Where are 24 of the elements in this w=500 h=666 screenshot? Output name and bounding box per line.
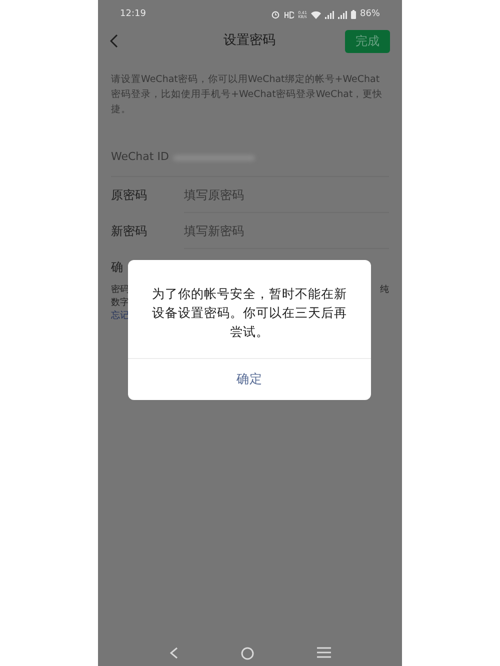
field-label: 确 — [111, 258, 123, 276]
signal-icon — [324, 10, 334, 18]
back-icon[interactable] — [110, 34, 118, 48]
menu-icon[interactable] — [316, 647, 330, 658]
signal-icon — [338, 10, 347, 18]
hd-icon — [284, 10, 294, 18]
alarm-icon — [271, 10, 280, 19]
password-field[interactable]: 填写原密码 — [184, 177, 389, 213]
note-text: 纯 — [380, 284, 389, 297]
wifi-icon — [310, 10, 321, 18]
dialog-message: 为了你的帐号安全，暂时不能在新设备设置密码。你可以在三天后再尝试。 — [151, 285, 348, 341]
note-text: 数字 — [111, 297, 129, 310]
battery-icon — [350, 10, 356, 19]
intro-text: 请设置WeChat密码，你可以用WeChat绑定的帐号+WeChat密码登录，比如使用手机号+WeChat密码登录WeChat，更快捷。 — [110, 73, 384, 117]
field-label: 原密码 — [111, 187, 148, 204]
password-field[interactable]: 填写新密码 — [184, 213, 389, 249]
status-time: 12:19 — [120, 8, 146, 21]
ok-button[interactable]: 确定 — [128, 359, 371, 400]
field-label: 新密码 — [111, 223, 148, 240]
page-title: 设置密码 — [224, 32, 276, 50]
home-icon[interactable] — [240, 647, 254, 660]
note-text: 忘记 — [111, 310, 129, 323]
wechat-id-label: WeChat ID — [111, 149, 169, 166]
battery-level: 86% — [360, 8, 380, 21]
